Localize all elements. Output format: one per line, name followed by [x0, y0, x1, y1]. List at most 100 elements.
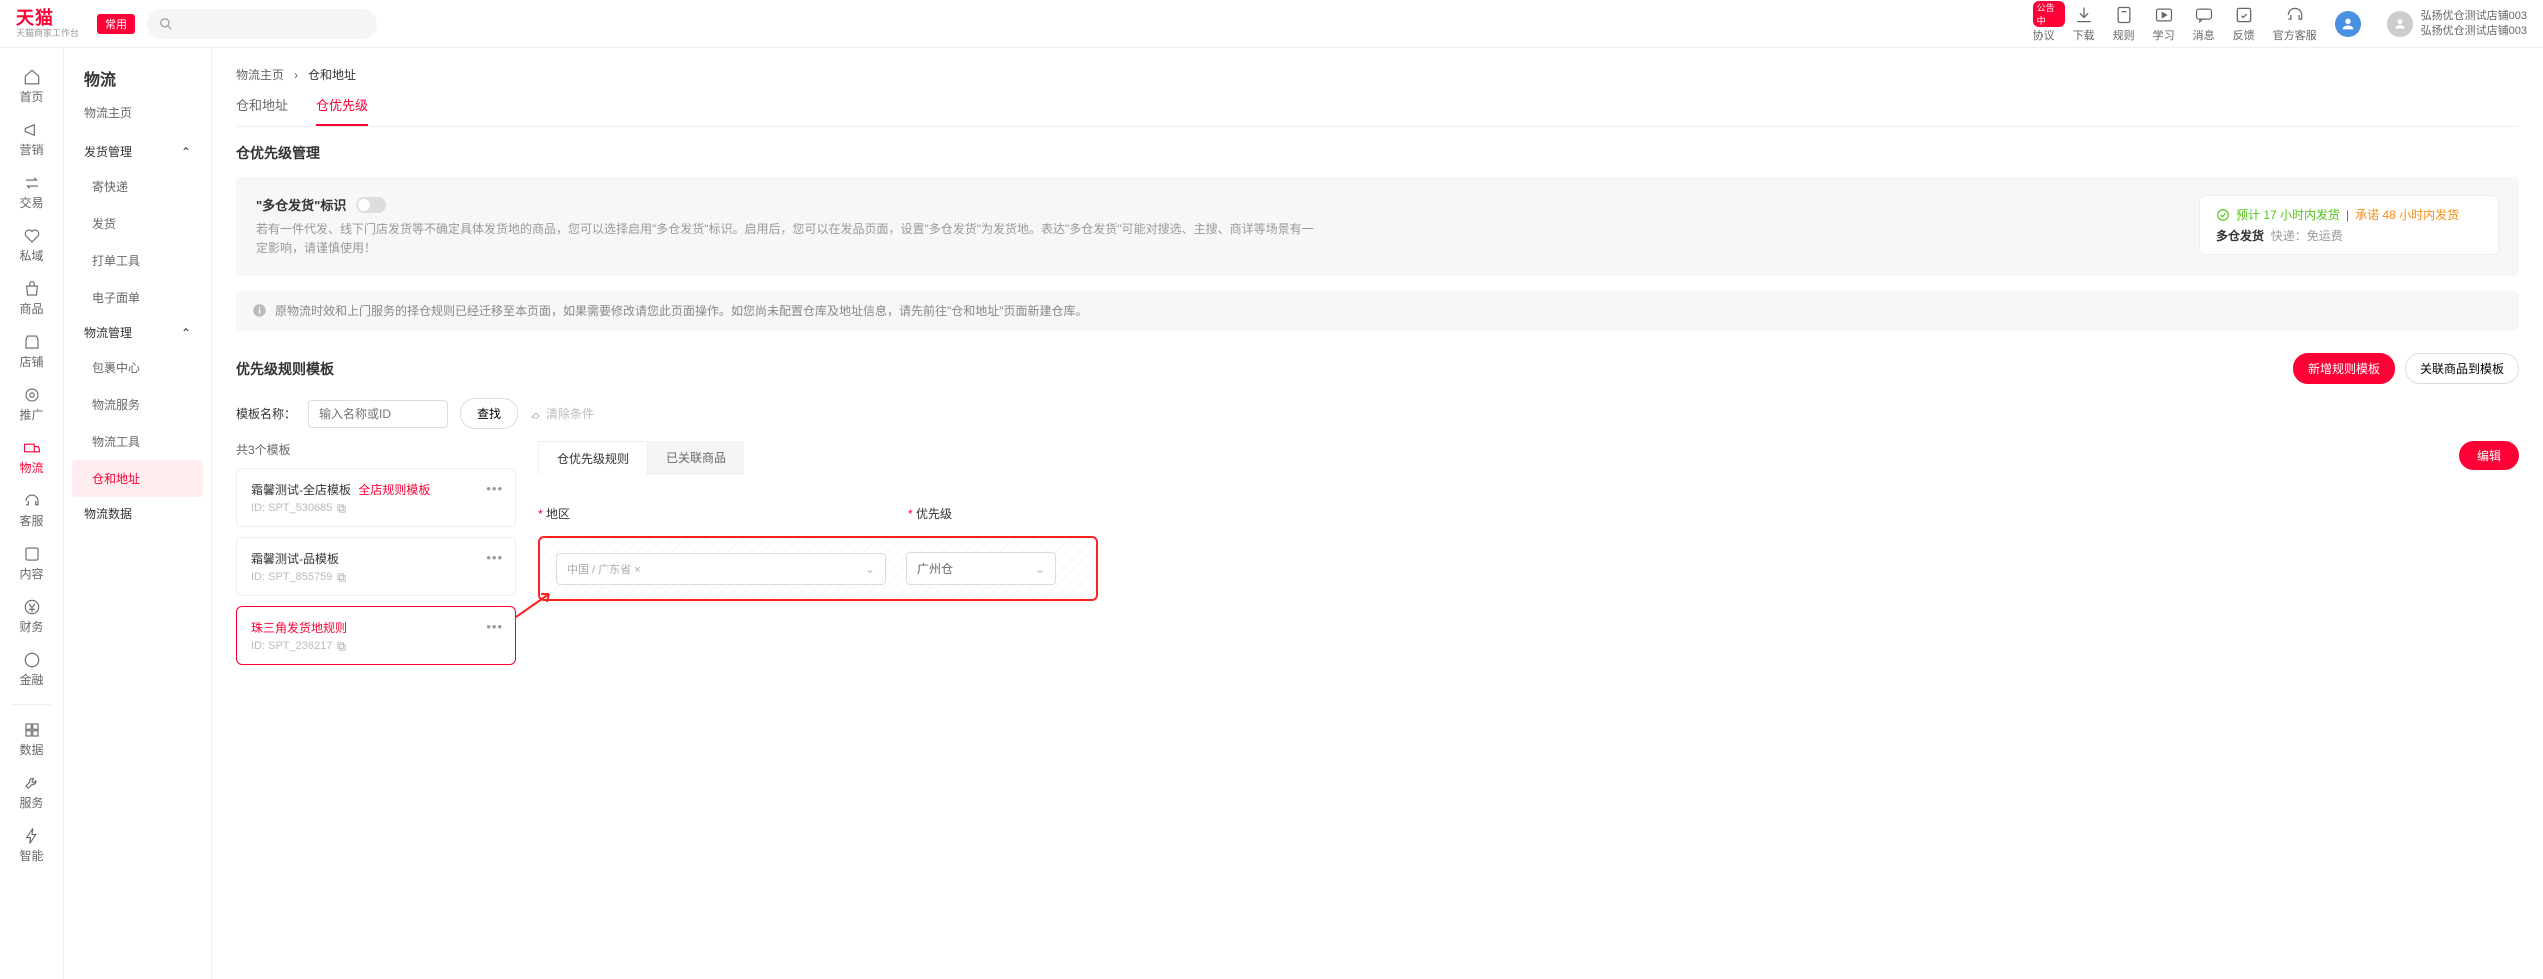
template-id: ID: SPT_855759 [251, 571, 501, 583]
more-icon[interactable]: ••• [486, 619, 503, 634]
sub-leaf-ewaybill[interactable]: 电子面单 [64, 279, 211, 316]
sidebar-item-content[interactable]: 内容 [0, 537, 63, 590]
subtab-priority-rules[interactable]: 仓优先级规则 [538, 441, 648, 475]
edit-button[interactable]: 编辑 [2459, 441, 2519, 470]
sidebar-item-trade[interactable]: 交易 [0, 166, 63, 219]
label: 物流管理 [84, 324, 132, 341]
more-icon[interactable]: ••• [486, 481, 503, 496]
chevron-down-icon: ⌄ [865, 562, 875, 576]
template-name: 霜馨测试-品模板 [251, 550, 501, 567]
logo-subtitle: 天猫商家工作台 [16, 29, 79, 38]
label: 金融 [19, 671, 43, 688]
sidebar-item-ai[interactable]: 智能 [0, 819, 63, 872]
sub-leaf-service[interactable]: 物流服务 [64, 386, 211, 423]
template-card-2[interactable]: 珠三角发货地规则 ID: SPT_236217 ••• [236, 606, 516, 665]
ship-estimate: 预计 17 小时内发货 | 承诺 48 小时内发货 [2216, 206, 2482, 223]
promise-text: 承诺 48 小时内发货 [2355, 206, 2459, 223]
sub-title: 物流 [64, 66, 211, 104]
sidebar-item-product[interactable]: 商品 [0, 272, 63, 325]
nav-rules[interactable]: 规则 [2113, 5, 2135, 43]
priority-select[interactable]: 广州仓 ⌄ [906, 552, 1056, 585]
sub-group-data[interactable]: 物流数据 [64, 497, 211, 530]
sub-leaf-warehouse[interactable]: 仓和地址 [72, 460, 203, 497]
book-icon [2114, 5, 2134, 25]
nav-download[interactable]: 下载 [2073, 5, 2095, 43]
nav-protocol[interactable]: 协议 公告中 [2033, 5, 2055, 43]
sidebar-item-loan[interactable]: 金融 [0, 643, 63, 696]
nav-message[interactable]: 消息 [2193, 5, 2215, 43]
sidebar-item-promo[interactable]: 推广 [0, 378, 63, 431]
nav-label: 消息 [2193, 27, 2215, 43]
rule-title: 优先级规则模板 [236, 359, 334, 379]
id: ID: SPT_530685 [251, 502, 332, 514]
shop-name: 弘扬优仓测试店铺003 [2421, 9, 2527, 23]
shop-name-sub: 弘扬优仓测试店铺003 [2421, 24, 2527, 38]
nav-learn[interactable]: 学习 [2153, 5, 2175, 43]
template-name-input[interactable] [308, 400, 448, 428]
sidebar-item-private[interactable]: 私域 [0, 219, 63, 272]
ship-detail: 多仓发货 快递：免运费 [2216, 227, 2482, 244]
template-id: ID: SPT_236217 [251, 640, 501, 652]
sub-group-ship[interactable]: 发货管理⌃ [64, 135, 211, 168]
search-input[interactable] [147, 9, 377, 39]
nav-label: 反馈 [2233, 27, 2255, 43]
detail-sub-tabs: 仓优先级规则 已关联商品 [538, 441, 2459, 475]
user-menu[interactable]: 弘扬优仓测试店铺003 弘扬优仓测试店铺003 [2387, 9, 2527, 38]
find-button[interactable]: 查找 [460, 398, 518, 429]
grid-icon [23, 721, 41, 739]
new-template-button[interactable]: 新增规则模板 [2293, 353, 2395, 384]
more-icon[interactable]: ••• [486, 550, 503, 565]
sidebar-item-marketing[interactable]: 营销 [0, 113, 63, 166]
topbar-right: 协议 公告中 下载 规则 学习 消息 反馈 官方客服 [2033, 5, 2527, 43]
region-select[interactable]: 中国 / 广东省 × ⌄ [556, 553, 886, 585]
subtab-linked-products[interactable]: 已关联商品 [648, 441, 744, 475]
sidebar-item-service[interactable]: 客服 [0, 484, 63, 537]
logo[interactable]: 天猫 天猫商家工作台 [16, 9, 79, 38]
sidebar-item-shop[interactable]: 店铺 [0, 325, 63, 378]
play-icon [2154, 5, 2174, 25]
sub-group-manage[interactable]: 物流管理⌃ [64, 316, 211, 349]
tab-warehouse-addr[interactable]: 仓和地址 [236, 95, 288, 126]
sidebar-item-finance[interactable]: 财务 [0, 590, 63, 643]
link-products-button[interactable]: 关联商品到模板 [2405, 353, 2519, 384]
label: 商品 [19, 300, 43, 317]
tab-warehouse-priority[interactable]: 仓优先级 [316, 95, 368, 126]
copy-icon[interactable] [336, 641, 347, 652]
alert-text: 原物流时效和上门服务的择仓规则已经迁移至本页面，如果需要修改请您此页面操作。如您… [275, 302, 1088, 319]
nav-feedback[interactable]: 反馈 [2233, 5, 2255, 43]
sidebar-item-logistics[interactable]: 物流 [0, 431, 63, 484]
name: 霜馨测试-全店模板 [251, 483, 351, 497]
common-tag[interactable]: 常用 [97, 14, 135, 34]
shop-icon [2393, 17, 2407, 31]
rule-row-highlighted: 中国 / 广东省 × ⌄ 广州仓 ⌄ [538, 536, 1098, 601]
sub-leaf-package[interactable]: 包裹中心 [64, 349, 211, 386]
swap-icon [23, 174, 41, 192]
val: 中国 / 广东省 [567, 564, 631, 576]
avatar-icon[interactable] [2335, 11, 2361, 37]
sub-home-link[interactable]: 物流主页 [64, 104, 211, 135]
sidebar-item-data[interactable]: 数据 [0, 713, 63, 766]
copy-icon[interactable] [336, 572, 347, 583]
template-card-1[interactable]: 霜馨测试-品模板 ID: SPT_855759 ••• [236, 537, 516, 596]
sidebar-item-svc[interactable]: 服务 [0, 766, 63, 819]
sub-leaf-print[interactable]: 打单工具 [64, 242, 211, 279]
chevron-down-icon: ⌄ [1035, 562, 1045, 576]
detail: 快递：免运费 [2271, 229, 2343, 243]
sidebar-item-home[interactable]: 首页 [0, 60, 63, 113]
sub-leaf-ship[interactable]: 发货 [64, 205, 211, 242]
toggle-switch[interactable] [356, 197, 386, 213]
copy-icon[interactable] [336, 503, 347, 514]
sub-leaf-express[interactable]: 寄快递 [64, 168, 211, 205]
rule-head: 优先级规则模板 新增规则模板 关联商品到模板 [236, 353, 2519, 384]
nav-support[interactable]: 官方客服 [2273, 5, 2317, 43]
multi-ship-desc: 若有一件代发、线下门店发货等不确定具体发货地的商品，您可以选择启用"多仓发货"标… [256, 220, 1316, 258]
filter-label: 模板名称： [236, 405, 296, 422]
sub-leaf-tools[interactable]: 物流工具 [64, 423, 211, 460]
download-icon [2074, 5, 2094, 25]
label: 营销 [19, 141, 43, 158]
template-card-0[interactable]: 霜馨测试-全店模板 全店规则模板 ID: SPT_530685 ••• [236, 468, 516, 527]
sep: | [2346, 208, 2349, 222]
clear-link[interactable]: 清除条件 [530, 405, 594, 422]
template-name: 珠三角发货地规则 [251, 619, 501, 636]
bc-link[interactable]: 物流主页 [236, 66, 284, 83]
